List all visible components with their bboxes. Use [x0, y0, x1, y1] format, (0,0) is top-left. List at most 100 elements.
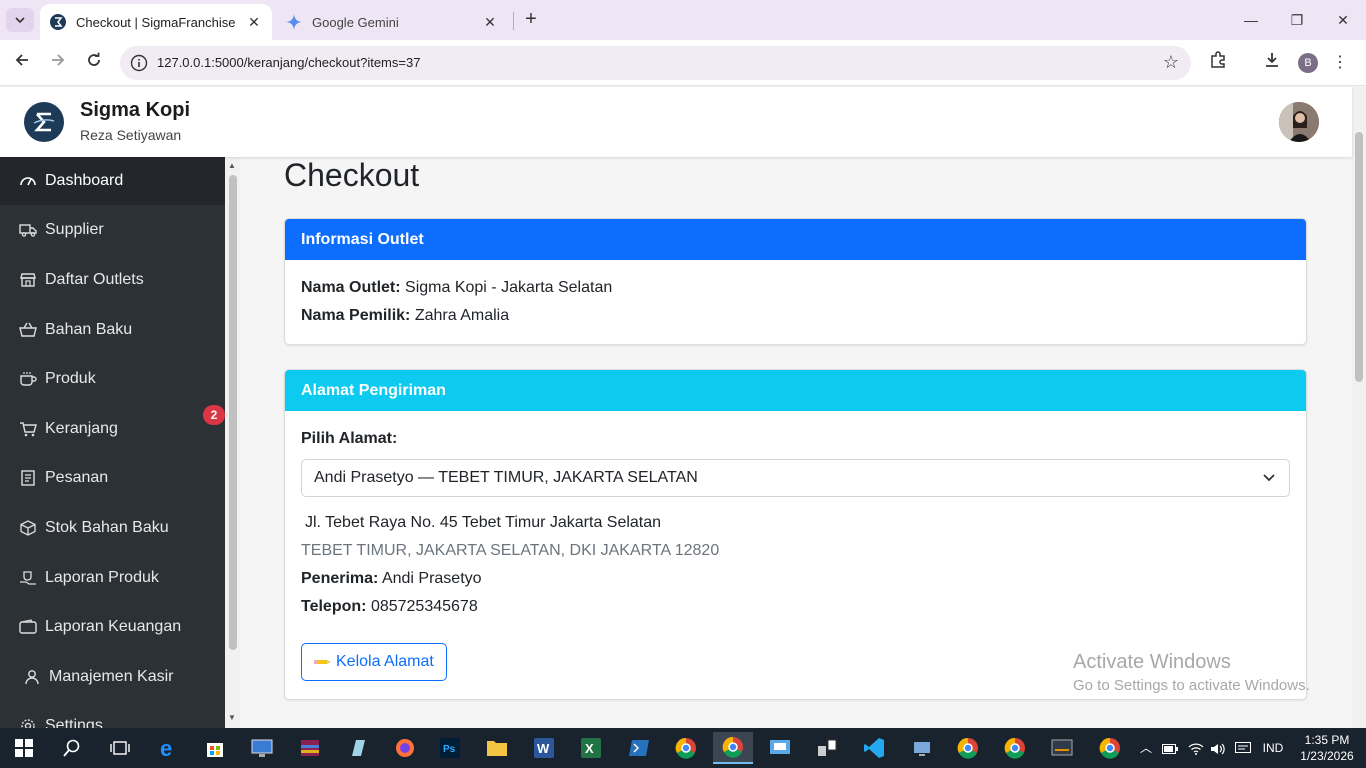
new-tab-button[interactable]: + — [519, 8, 543, 32]
minimize-button[interactable]: — — [1236, 8, 1266, 32]
volume-icon[interactable] — [1208, 728, 1228, 768]
user-icon — [22, 667, 42, 687]
reload-icon — [88, 52, 100, 66]
extensions-icon[interactable] — [1206, 51, 1230, 75]
chrome-app-2[interactable] — [948, 732, 988, 764]
vscode-icon — [864, 738, 884, 758]
sidebar-item-supplier[interactable]: Supplier — [0, 206, 225, 254]
gear-icon — [18, 716, 38, 728]
svg-text:Ps: Ps — [443, 744, 456, 755]
firefox-app[interactable] — [385, 732, 425, 764]
start-button[interactable] — [4, 732, 44, 764]
notification-icon[interactable] — [1232, 728, 1254, 768]
forward-button[interactable] — [46, 51, 70, 75]
vscode-app[interactable] — [854, 732, 894, 764]
recipient-label: Penerima: — [301, 570, 379, 587]
scroll-down-icon[interactable]: ▼ — [228, 713, 236, 722]
sidebar-item-dashboard[interactable]: Dashboard — [0, 157, 225, 205]
browser-menu-icon[interactable]: ⋮ — [1328, 51, 1352, 75]
device-manager-icon — [914, 742, 930, 756]
file-explorer-app[interactable] — [477, 732, 517, 764]
app-mysql[interactable] — [1042, 732, 1082, 764]
owner-name-label: Nama Pemilik: — [301, 307, 411, 324]
powershell-app[interactable] — [619, 732, 659, 764]
word-app[interactable]: W — [524, 732, 564, 764]
hand-cup-icon — [18, 568, 38, 588]
tab-gemini[interactable]: Google Gemini ✕ — [276, 4, 508, 40]
chrome-app-3[interactable] — [995, 732, 1035, 764]
excel-app[interactable]: X — [571, 732, 611, 764]
scroll-up-icon[interactable]: ▲ — [228, 161, 236, 170]
restore-button[interactable]: ❐ — [1282, 8, 1312, 32]
sidebar-item-label: Manajemen Kasir — [49, 668, 174, 685]
photoshop-app[interactable]: Ps — [430, 732, 470, 764]
user-avatar[interactable] — [1279, 102, 1319, 142]
profile-avatar[interactable]: B — [1298, 53, 1318, 73]
app-winrar[interactable] — [290, 732, 330, 764]
close-window-button[interactable]: ✕ — [1328, 8, 1358, 32]
chrome-app[interactable] — [666, 732, 706, 764]
sidebar-item-keranjang[interactable]: Keranjang — [0, 405, 225, 453]
address-bar[interactable]: 127.0.0.1:5000/keranjang/checkout?items=… — [120, 46, 1191, 80]
sidebar-item-settings[interactable]: Settings — [0, 702, 225, 728]
chrome-profile-app[interactable] — [713, 732, 753, 764]
app-device-manager[interactable] — [902, 732, 942, 764]
owner-name-value: Zahra Amalia — [414, 307, 510, 324]
scrollbar-thumb[interactable] — [229, 175, 237, 650]
reload-button[interactable] — [82, 51, 106, 75]
sidebar-item-pesanan[interactable]: Pesanan — [0, 454, 225, 502]
app-notes[interactable] — [338, 732, 378, 764]
close-tab-icon[interactable]: ✕ — [246, 14, 262, 31]
tab-checkout[interactable]: Checkout | SigmaFranchise ✕ — [40, 4, 272, 40]
tab-search-button[interactable] — [6, 8, 34, 32]
store-bag-icon — [207, 743, 223, 757]
app-remote-desktop[interactable] — [760, 732, 800, 764]
sidebar-item-manajemen-kasir[interactable]: Manajemen Kasir — [0, 653, 225, 701]
sidebar-item-laporan-keuangan[interactable]: Laporan Keuangan — [0, 603, 225, 651]
sidebar-scrollbar[interactable]: ▲ ▼ — [225, 157, 240, 728]
bookmark-star-icon[interactable]: ☆ — [1163, 52, 1179, 73]
system-clock[interactable]: 1:35 PM 1/23/2026 — [1296, 732, 1358, 764]
mysql-icon — [1051, 739, 1073, 756]
word-icon: W — [534, 738, 554, 758]
pencil-icon — [314, 660, 331, 664]
battery-icon[interactable] — [1160, 728, 1180, 768]
chevron-up-icon[interactable]: ︿ — [1137, 728, 1155, 768]
sidebar-item-daftar-outlets[interactable]: Daftar Outlets — [0, 256, 225, 304]
sidebar-item-label: Pesanan — [45, 469, 109, 486]
sidebar-item-laporan-produk[interactable]: Laporan Produk — [0, 554, 225, 602]
search-button[interactable] — [52, 732, 92, 764]
edge-app[interactable]: e — [148, 732, 188, 764]
windows-taskbar: e Ps W X ︿ IND 1:35 PM 1/23/2026 — [0, 728, 1366, 768]
sidebar-item-stok-bahan-baku[interactable]: Stok Bahan Baku — [0, 504, 225, 552]
brand-name: Sigma Kopi — [80, 99, 191, 121]
language-indicator[interactable]: IND — [1258, 728, 1288, 768]
archive-icon — [301, 740, 319, 756]
page-scrollbar[interactable] — [1352, 87, 1366, 728]
store-app[interactable] — [195, 732, 235, 764]
tab-title: Checkout | SigmaFranchise — [76, 14, 236, 30]
scrollbar-thumb[interactable] — [1355, 132, 1363, 382]
tab-title: Google Gemini — [312, 14, 399, 30]
sidebar-item-bahan-baku[interactable]: Bahan Baku — [0, 306, 225, 354]
recipient-row: Penerima: Andi Prasetyo — [301, 565, 1290, 593]
activate-windows-watermark: Activate Windows Go to Settings to activ… — [1073, 651, 1310, 694]
url-text[interactable]: 127.0.0.1:5000/keranjang/checkout?items=… — [157, 55, 420, 70]
site-info-icon[interactable] — [130, 54, 148, 72]
downloads-icon[interactable] — [1260, 51, 1284, 75]
chrome-app-4[interactable] — [1090, 732, 1130, 764]
task-view-button[interactable] — [100, 732, 140, 764]
wallet-icon — [18, 617, 38, 637]
folder-icon — [487, 741, 507, 756]
outlet-name-row: Nama Outlet: Sigma Kopi - Jakarta Selata… — [301, 274, 1290, 302]
app-monitor[interactable] — [242, 732, 282, 764]
manage-address-button[interactable]: Kelola Alamat — [301, 643, 447, 681]
address-select[interactable]: Andi Prasetyo — TEBET TIMUR, JAKARTA SEL… — [301, 459, 1290, 497]
close-tab-icon[interactable]: ✕ — [482, 14, 498, 31]
back-button[interactable] — [10, 51, 34, 75]
app-network-tool[interactable] — [807, 732, 847, 764]
phone-value: 085725345678 — [370, 598, 478, 615]
wifi-icon[interactable] — [1186, 728, 1206, 768]
sidebar-item-produk[interactable]: Produk — [0, 355, 225, 403]
notes-icon — [352, 740, 365, 756]
